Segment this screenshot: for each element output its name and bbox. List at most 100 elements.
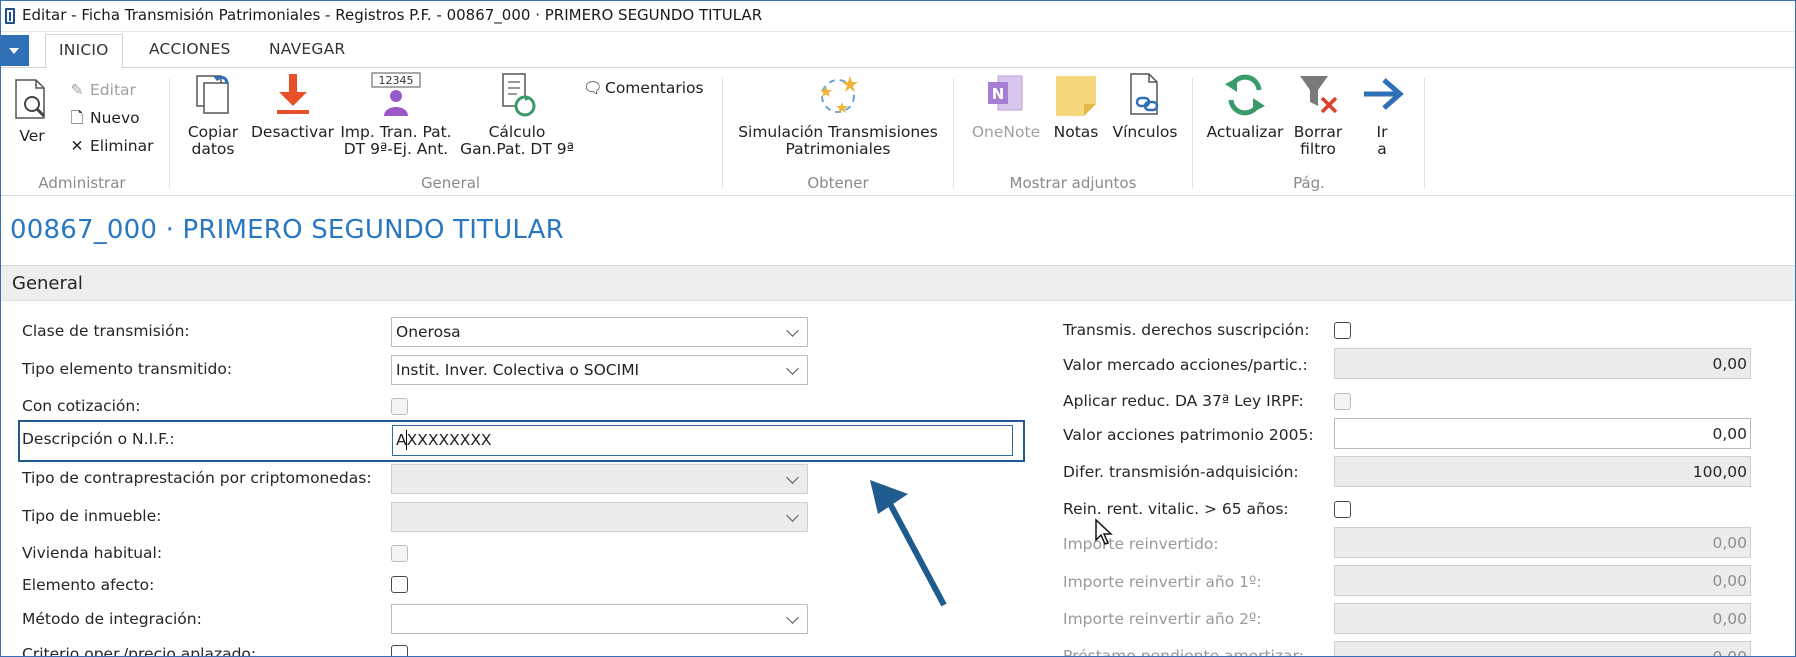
difer-transmision-field[interactable]: 100,00 <box>1334 456 1751 487</box>
stars-cycle-icon <box>820 76 858 113</box>
delete-x-icon: ✕ <box>70 137 84 155</box>
page-title: 00867_000 · PRIMERO SEGUNDO TITULAR <box>10 215 564 245</box>
eliminar-button[interactable]: ✕ Eliminar <box>68 134 154 158</box>
onenote-button[interactable]: N OneNote <box>966 72 1046 141</box>
svg-text:N: N <box>992 85 1005 103</box>
svg-text:12345: 12345 <box>379 74 414 87</box>
link-document-icon <box>1130 73 1159 115</box>
tipo-elemento-select[interactable]: Instit. Inver. Colectiva o SOCIMI <box>391 355 808 385</box>
reinvertir-ano2-field[interactable]: 0,00 <box>1334 603 1751 634</box>
clase-transmision-value: Onerosa <box>396 323 461 341</box>
group-label-obtener: Obtener <box>807 174 869 192</box>
simulacion-label-1: Simulación Transmisiones <box>738 123 938 141</box>
ir-a-button[interactable]: Ir a <box>1360 72 1404 158</box>
valor-mercado-value: 0,00 <box>1712 355 1747 373</box>
download-arrow-icon <box>276 74 309 114</box>
copiar-label-1: Copiar <box>187 123 239 141</box>
section-title: General <box>12 273 83 294</box>
quick-menu-button[interactable] <box>0 35 29 66</box>
tipo-inmueble-select[interactable] <box>391 502 808 532</box>
metodo-integracion-label: Método de integración: <box>22 610 202 628</box>
calculo-label-1: Cálculo <box>488 123 546 141</box>
borrar-filtro-button[interactable]: Borrar filtro <box>1290 72 1346 158</box>
desactivar-label: Desactivar <box>251 123 334 141</box>
metodo-integracion-select[interactable] <box>391 604 808 634</box>
descripcion-nif-input[interactable]: AXXXXXXXX <box>392 425 1013 456</box>
tab-inicio[interactable]: INICIO <box>45 34 123 69</box>
vivienda-habitual-checkbox[interactable] <box>391 545 408 562</box>
nuevo-label: Nuevo <box>90 109 140 127</box>
tab-navegar[interactable]: NAVEGAR <box>269 40 345 58</box>
group-label-pag: Pág. <box>1293 174 1325 192</box>
eliminar-label: Eliminar <box>90 137 154 155</box>
nuevo-button[interactable]: 🗋 Nuevo <box>68 106 140 130</box>
refresh-icon <box>1225 74 1265 116</box>
elemento-afecto-checkbox[interactable] <box>391 576 408 593</box>
group-separator <box>722 78 723 188</box>
difer-transmision-label: Difer. transmisión-adquisición: <box>1063 463 1299 481</box>
reinvertir-ano1-value: 0,00 <box>1712 572 1747 590</box>
view-document-icon <box>15 79 46 119</box>
calculate-document-icon <box>502 73 536 117</box>
calculo-label-2: Gan.Pat. DT 9ª <box>460 140 574 158</box>
difer-transmision-value: 100,00 <box>1692 463 1747 481</box>
transmis-derechos-label: Transmis. derechos suscripción: <box>1063 321 1310 339</box>
calculo-ganpat-button[interactable]: Cálculo Gan.Pat. DT 9ª <box>458 72 576 158</box>
arrow-right-icon <box>1364 78 1404 110</box>
importe-reinvertido-label: Importe reinvertido: <box>1063 535 1219 553</box>
new-document-icon: 🗋 <box>70 109 84 127</box>
group-label-administrar: Administrar <box>38 174 126 192</box>
reinvertir-ano1-label: Importe reinvertir año 1º: <box>1063 573 1262 591</box>
onenote-icon: N <box>988 75 1023 111</box>
sticky-note-icon <box>1056 76 1096 116</box>
con-cotizacion-label: Con cotización: <box>22 397 141 415</box>
notas-label: Notas <box>1053 123 1099 141</box>
criterio-checkbox[interactable] <box>391 645 408 657</box>
chevron-down-icon <box>786 324 799 337</box>
aplicar-reduc-label: Aplicar reduc. DA 37ª Ley IRPF: <box>1063 392 1304 410</box>
comment-bubble-icon: 🗨 <box>583 79 603 97</box>
importe-reinvertido-field[interactable]: 0,00 <box>1334 527 1751 558</box>
editar-label: Editar <box>90 81 136 99</box>
clase-transmision-select[interactable]: Onerosa <box>391 317 808 347</box>
borrar-label-2: filtro <box>1300 140 1336 158</box>
group-separator <box>1192 78 1193 188</box>
valor-2005-input[interactable]: 0,00 <box>1334 418 1751 449</box>
comentarios-button[interactable]: 🗨 Comentarios <box>583 76 704 100</box>
imp-tran-pat-button[interactable]: 12345 Imp. Tran. Pat. DT 9ª-Ej. Ant. <box>340 72 452 158</box>
prestamo-pendiente-field[interactable]: 0,00 <box>1334 641 1751 657</box>
fasttab-general-header[interactable]: General <box>0 265 1796 301</box>
transmis-derechos-checkbox[interactable] <box>1334 322 1351 339</box>
con-cotizacion-checkbox[interactable] <box>391 398 408 415</box>
borrar-label-1: Borrar <box>1293 123 1343 141</box>
mouse-cursor-icon <box>1095 518 1113 545</box>
chevron-down-icon <box>786 611 799 624</box>
annotation-arrow <box>870 480 947 607</box>
aplicar-reduc-checkbox[interactable] <box>1334 393 1351 410</box>
imp-label-1: Imp. Tran. Pat. <box>340 123 452 141</box>
ver-button[interactable]: Ver <box>12 78 52 145</box>
prestamo-pendiente-label: Préstamo pendiente amortizar: <box>1063 647 1304 657</box>
group-label-general: General <box>420 174 481 192</box>
reinvertir-ano1-field[interactable]: 0,00 <box>1334 565 1751 596</box>
vinculos-label: Vínculos <box>1112 123 1178 141</box>
actualizar-button[interactable]: Actualizar <box>1205 72 1285 141</box>
notas-button[interactable]: Notas <box>1053 72 1099 141</box>
valor-mercado-field[interactable]: 0,00 <box>1334 348 1751 379</box>
prestamo-pendiente-value: 0,00 <box>1712 648 1747 657</box>
importe-reinvertido-value: 0,00 <box>1712 534 1747 552</box>
reinvertir-ano2-value: 0,00 <box>1712 610 1747 628</box>
cripto-select[interactable] <box>391 464 808 494</box>
descripcion-nif-value: AXXXXXXXX <box>396 431 492 449</box>
chevron-down-icon <box>786 509 799 522</box>
copiar-datos-button[interactable]: Copiar datos <box>183 72 243 158</box>
tab-acciones[interactable]: ACCIONES <box>149 40 231 58</box>
cripto-label: Tipo de contraprestación por criptomoned… <box>22 469 372 487</box>
vivienda-habitual-label: Vivienda habitual: <box>22 544 163 562</box>
desactivar-button[interactable]: Desactivar <box>250 72 335 141</box>
simulacion-transmisiones-button[interactable]: Simulación Transmisiones Patrimoniales <box>733 72 943 158</box>
rein-rent-checkbox[interactable] <box>1334 501 1351 518</box>
vinculos-button[interactable]: Vínculos <box>1110 72 1180 141</box>
ir-label-2: a <box>1377 140 1387 158</box>
editar-button[interactable]: ✎ Editar <box>68 78 136 102</box>
